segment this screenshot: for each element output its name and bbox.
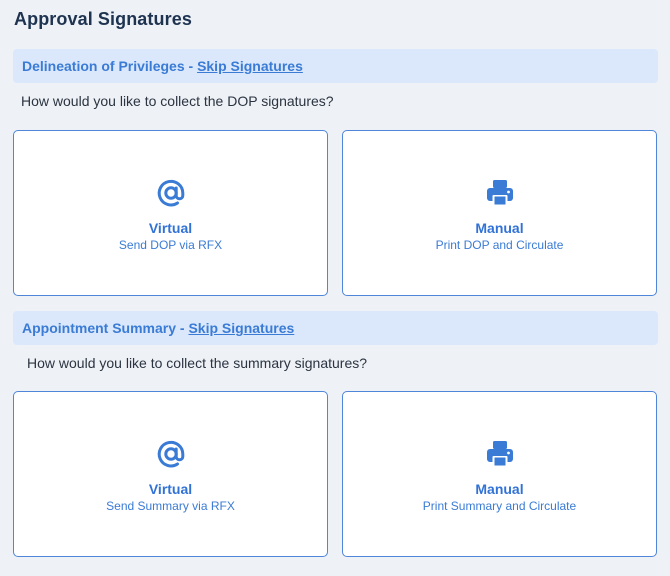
question-dop: How would you like to collect the DOP si… (21, 93, 334, 109)
printer-icon (486, 180, 513, 206)
question-summary: How would you like to collect the summar… (27, 355, 368, 371)
printer-icon (486, 441, 513, 467)
option-sublabel: Send DOP via RFX (118, 238, 223, 252)
page-title: Approval Signatures (14, 9, 192, 29)
option-sublabel: Print DOP and Circulate (435, 238, 564, 252)
option-label: Virtual (148, 220, 193, 236)
option-label: Manual (475, 481, 524, 497)
virtual-option-card-dop[interactable]: Virtual Send DOP via RFX (13, 130, 328, 296)
skip-signatures-link-summary[interactable]: Skip Signatures (188, 320, 294, 336)
option-label: Manual (475, 220, 524, 236)
section-header-summary: Appointment Summary - Skip Signatures (13, 311, 658, 345)
section-title-summary: Appointment Summary (22, 320, 177, 336)
section-separator: - (184, 58, 198, 74)
virtual-option-card-summary[interactable]: Virtual Send Summary via RFX (13, 391, 328, 557)
skip-signatures-link-dop[interactable]: Skip Signatures (197, 58, 303, 74)
section-header-dop: Delineation of Privileges - Skip Signatu… (13, 49, 658, 83)
option-sublabel: Print Summary and Circulate (422, 499, 577, 513)
manual-option-card-summary[interactable]: Manual Print Summary and Circulate (342, 391, 657, 557)
at-sign-icon (157, 440, 184, 468)
at-sign-icon (157, 179, 184, 207)
option-sublabel: Send Summary via RFX (106, 499, 235, 513)
section-title-dop: Delineation of Privileges (22, 58, 185, 74)
section-separator: - (176, 320, 189, 336)
manual-option-card-dop[interactable]: Manual Print DOP and Circulate (342, 130, 657, 296)
option-label: Virtual (148, 481, 193, 497)
